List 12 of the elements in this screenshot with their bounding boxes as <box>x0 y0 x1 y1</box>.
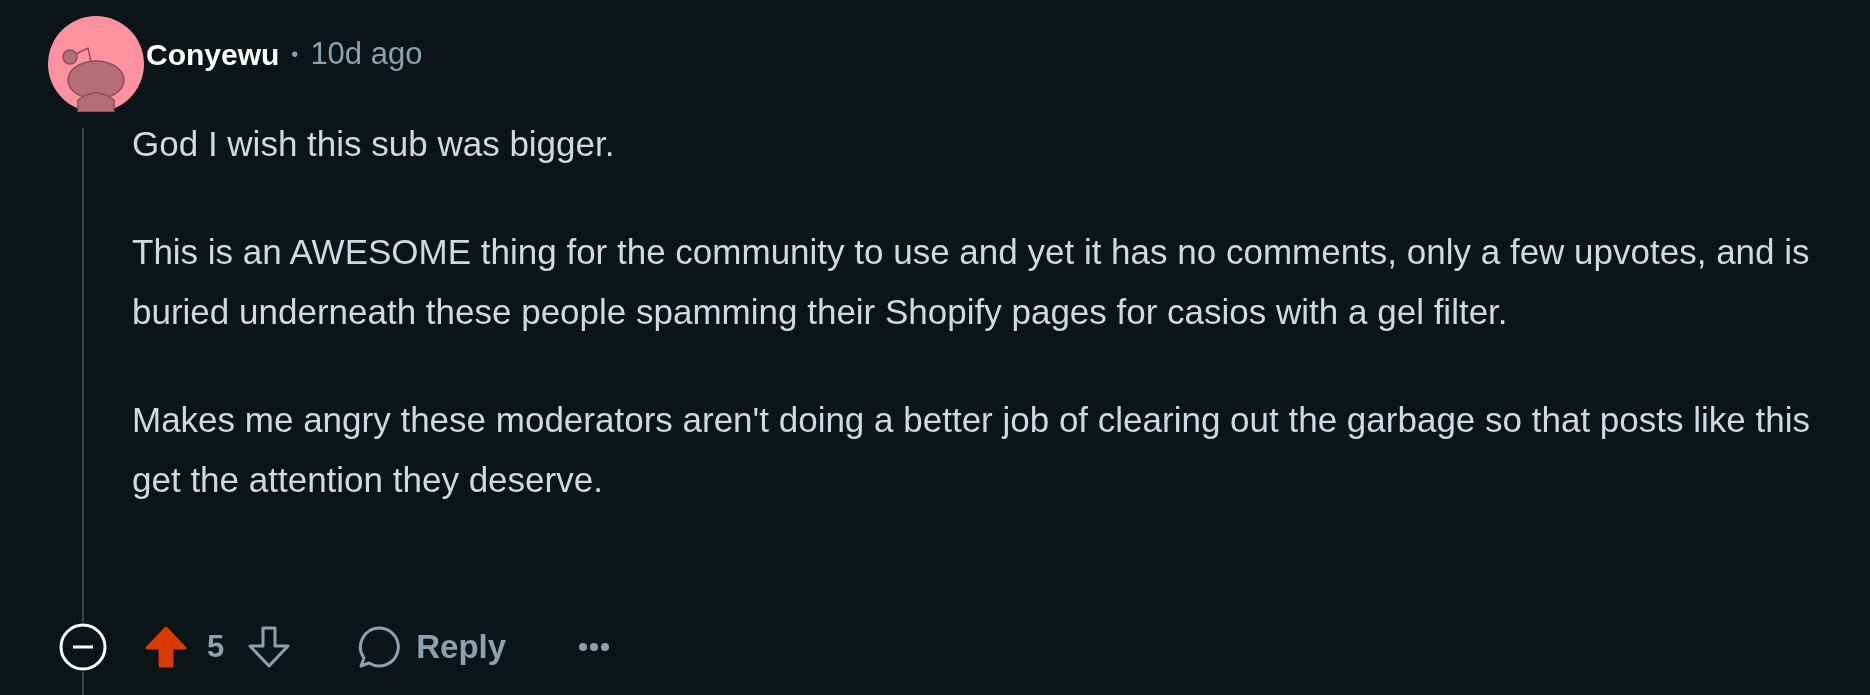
vote-count: 5 <box>207 627 225 666</box>
more-options-icon[interactable] <box>578 642 611 652</box>
comment-paragraph: This is an AWESOME thing for the community to use and yet it has no comments, only a few upvotes, and is buried underneath these people spamming their Shopify pages for casios with a gel filter. <box>132 231 1811 333</box>
username[interactable]: Conyewu <box>146 31 280 77</box>
timestamp: 10d ago <box>310 34 423 73</box>
upvote-icon[interactable] <box>143 624 189 670</box>
comment-icon <box>356 624 403 670</box>
reply-button[interactable]: Reply <box>356 622 507 672</box>
separator-dot: • <box>291 42 299 67</box>
comment-paragraph: God I wish this sub was bigger. <box>132 123 616 165</box>
avatar-icon[interactable] <box>48 16 144 112</box>
comment-paragraph: Makes me angry these moderators aren't doing a better job of clearing out the garbage so that posts like this get the attention they deserve. <box>132 399 1811 501</box>
